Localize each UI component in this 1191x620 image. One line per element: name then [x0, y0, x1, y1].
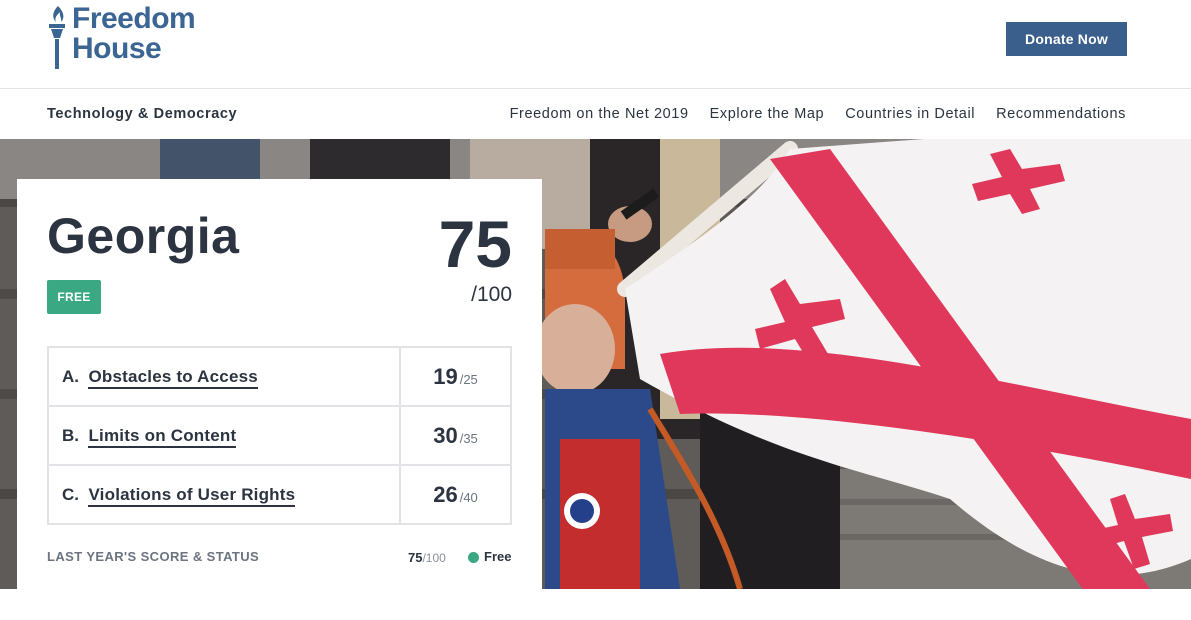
last-year-score-max: /100 — [422, 551, 446, 565]
category-letter: A. — [62, 366, 79, 386]
last-year-label: LAST YEAR'S SCORE & STATUS — [47, 549, 260, 564]
category-score-max: /35 — [459, 430, 478, 446]
category-scores-table: A. Obstacles to Access 19/25 B. Limits o… — [47, 346, 512, 525]
category-score-max: /25 — [459, 371, 478, 387]
last-year-score: 75/100 — [408, 550, 446, 565]
total-score: 75 — [438, 207, 512, 281]
logo-line-1: Freedom — [72, 2, 196, 35]
torch-icon — [49, 6, 65, 69]
country-score-card: Georgia FREE 75 /100 A. Obstacles to Acc… — [17, 179, 542, 589]
section-title[interactable]: Technology & Democracy — [47, 106, 237, 122]
category-name-cell: C. Violations of User Rights — [47, 464, 401, 525]
nav-link-freedom-on-the-net[interactable]: Freedom on the Net 2019 — [510, 106, 689, 122]
category-letter: C. — [62, 484, 79, 504]
nav-link-countries-in-detail[interactable]: Countries in Detail — [845, 106, 975, 122]
category-score-cell: 30/35 — [399, 405, 512, 466]
logo-line-2: House — [72, 32, 162, 65]
table-row: B. Limits on Content 30/35 — [47, 405, 512, 466]
nav-links: Freedom on the Net 2019 Explore the Map … — [510, 106, 1126, 122]
nav-link-recommendations[interactable]: Recommendations — [996, 106, 1126, 122]
status-dot-icon — [468, 552, 479, 563]
total-score-max: /100 — [471, 283, 512, 306]
category-link-violations-of-user-rights[interactable]: Violations of User Rights — [88, 484, 296, 507]
last-year-status: Free — [484, 549, 512, 564]
category-link-limits-on-content[interactable]: Limits on Content — [88, 425, 237, 448]
logo-text: Freedom House — [72, 2, 196, 65]
category-name-cell: B. Limits on Content — [47, 405, 401, 466]
status-badge: FREE — [47, 280, 101, 314]
last-year-score-value: 75 — [408, 550, 423, 565]
table-row: A. Obstacles to Access 19/25 — [47, 346, 512, 407]
category-score-max: /40 — [459, 489, 478, 505]
category-score: 26 — [433, 481, 458, 507]
category-score: 19 — [433, 363, 458, 389]
donate-button[interactable]: Donate Now — [1006, 22, 1127, 56]
country-name: Georgia — [47, 208, 240, 264]
sub-navigation: Technology & Democracy Freedom on the Ne… — [0, 90, 1191, 139]
freedom-house-logo[interactable]: Freedom House — [46, 2, 196, 72]
category-score: 30 — [433, 422, 458, 448]
category-letter: B. — [62, 425, 79, 445]
category-score-cell: 19/25 — [399, 346, 512, 407]
category-score-cell: 26/40 — [399, 464, 512, 525]
category-link-obstacles-to-access[interactable]: Obstacles to Access — [88, 366, 258, 389]
category-name-cell: A. Obstacles to Access — [47, 346, 401, 407]
table-row: C. Violations of User Rights 26/40 — [47, 464, 512, 525]
site-header: Freedom House Donate Now — [0, 0, 1191, 89]
nav-link-explore-the-map[interactable]: Explore the Map — [710, 106, 825, 122]
